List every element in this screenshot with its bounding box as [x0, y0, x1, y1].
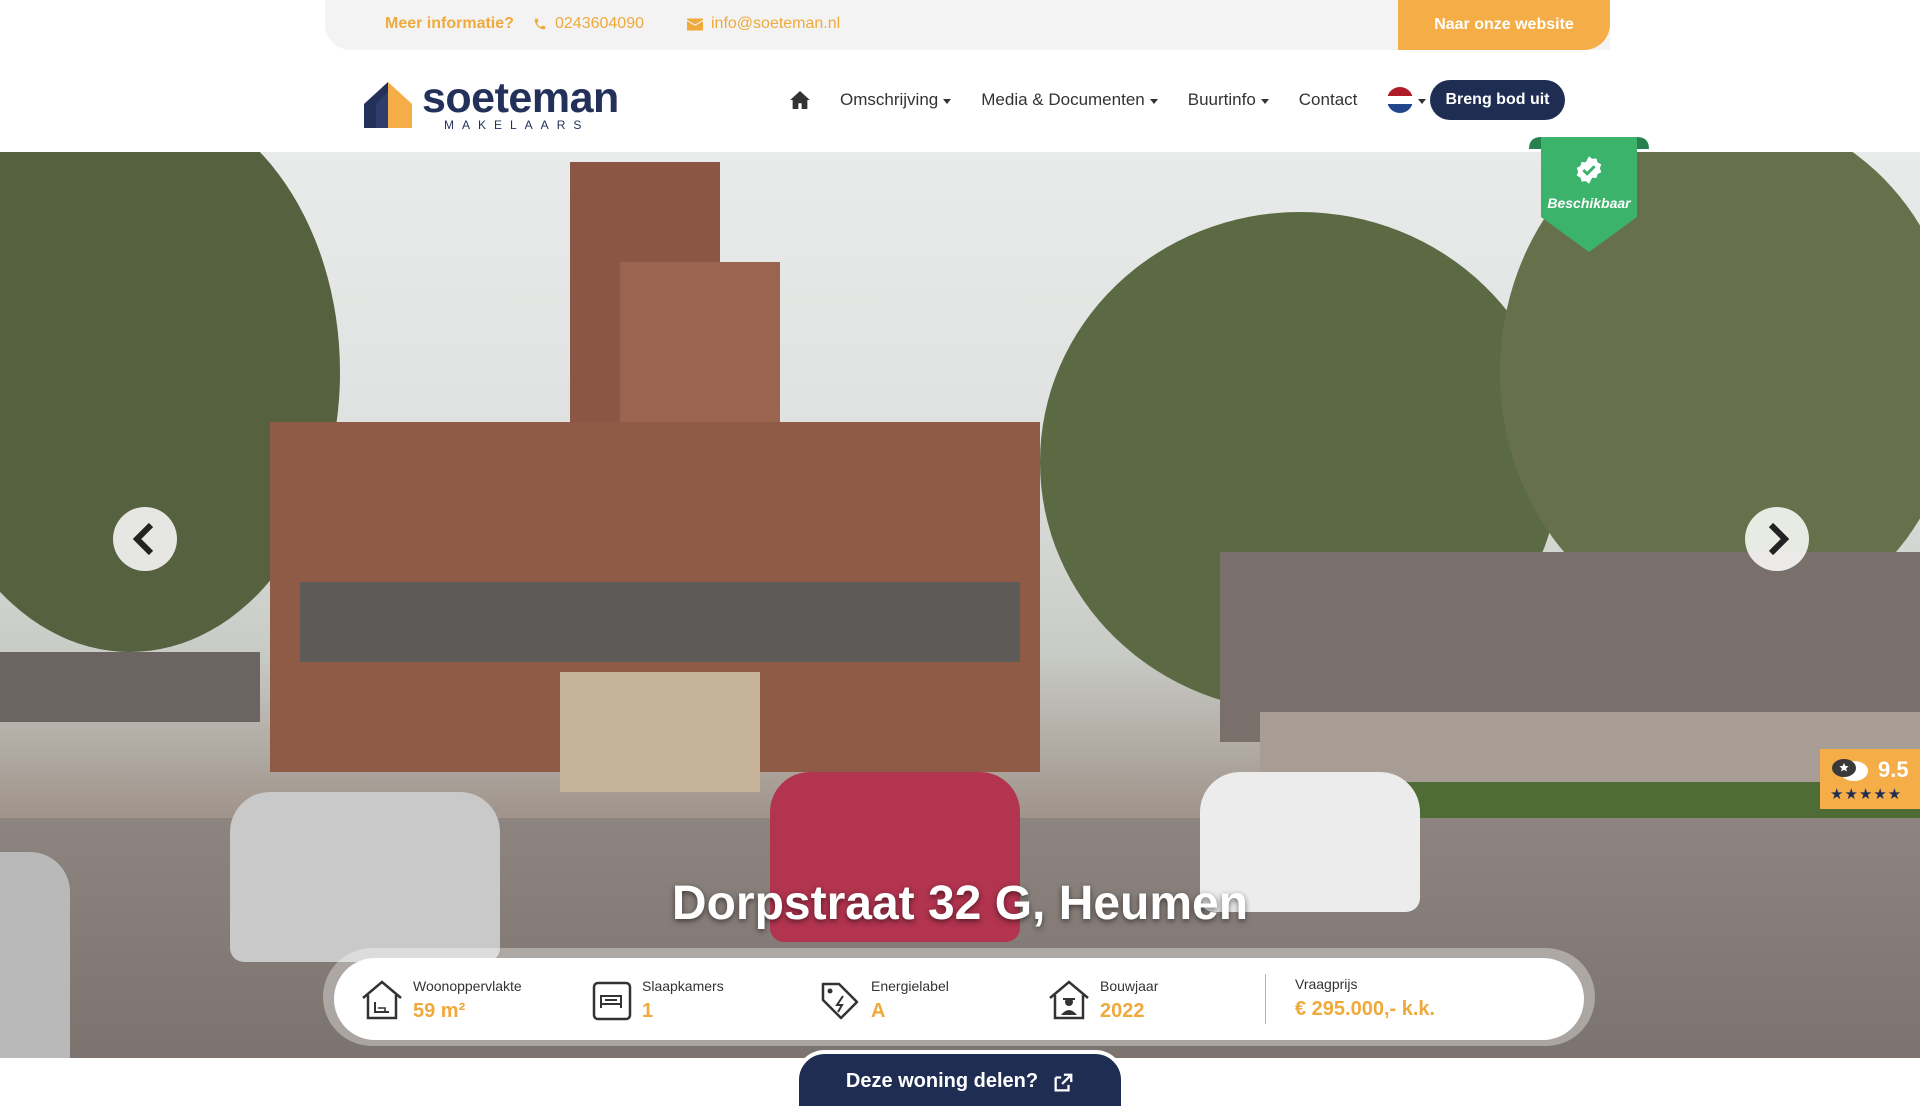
stat-label: Woonoppervlakte [413, 978, 522, 994]
email-link[interactable]: info@soeteman.nl [687, 15, 840, 33]
logo-subtitle: MAKELAARS [444, 118, 590, 132]
website-button[interactable]: Naar onze website [1398, 0, 1610, 50]
chat-bubble-icon [1832, 759, 1868, 781]
nav-label: Buurtinfo [1187, 90, 1256, 109]
house-area-icon [362, 980, 402, 1020]
stats-bar: Woonoppervlakte 59 m² Slaapkamers 1 Ener… [334, 958, 1584, 1040]
info-label: Meer informatie? [385, 15, 514, 32]
left-roof [0, 652, 260, 722]
stat-value: 2022 [1100, 1000, 1145, 1022]
price-divider [1265, 974, 1266, 1024]
stat-bouwjaar: Bouwjaar 2022 [1046, 978, 1158, 1023]
price-label: Vraagprijs [1295, 976, 1358, 992]
stat-value: 1 [642, 1000, 654, 1022]
price-value: € 295.000,- k.k. [1295, 998, 1436, 1020]
stat-vraagprijs: Vraagprijs € 295.000,- k.k. [1295, 976, 1435, 1021]
stat-value: A [871, 1000, 886, 1022]
stat-woonoppervlakte: Woonoppervlakte 59 m² [359, 978, 522, 1023]
stat-value: 59 m² [413, 1000, 466, 1022]
email-address[interactable]: info@soeteman.nl [711, 15, 840, 33]
nav-label: Media & Documenten [981, 90, 1145, 109]
share-button[interactable]: Deze woning delen? [795, 1050, 1125, 1110]
nav-label: Omschrijving [840, 90, 939, 109]
house-builder-icon [1049, 980, 1089, 1020]
nav-media[interactable]: Media & Documenten [981, 90, 1158, 110]
phone-link[interactable]: 0243604090 [533, 15, 644, 33]
bid-button[interactable]: Breng bod uit [1430, 80, 1565, 120]
church-roof [300, 582, 1020, 662]
nl-flag-icon [1387, 87, 1414, 113]
nav-buurtinfo[interactable]: Buurtinfo [1188, 90, 1269, 110]
bed-icon [592, 981, 632, 1021]
nav-home[interactable] [790, 91, 810, 109]
external-link-icon [1054, 1073, 1073, 1092]
rating-score: 9.5 [1878, 757, 1909, 782]
phone-icon [534, 18, 546, 30]
main-nav: Omschrijving Media & Documenten Buurtinf… [790, 80, 1456, 120]
chevron-left-icon [133, 523, 154, 555]
logo-name: soeteman [422, 74, 619, 122]
status-badge: Beschikbaar [1529, 137, 1649, 252]
stat-label: Energielabel [871, 978, 949, 994]
stat-label: Bouwjaar [1100, 978, 1159, 994]
language-selector[interactable] [1387, 87, 1427, 113]
nav-contact[interactable]: Contact [1299, 90, 1358, 110]
next-slide-button[interactable] [1745, 507, 1809, 571]
caret-down-icon [1260, 98, 1269, 104]
nav-label: Contact [1298, 90, 1358, 109]
stat-label: Slaapkamers [642, 978, 724, 994]
logo-house-icon [364, 82, 412, 128]
stat-slaapkamers: Slaapkamers 1 [588, 978, 724, 1023]
caret-down-icon [1149, 98, 1158, 104]
church-portico [560, 672, 760, 792]
rating-stars-icon: ★★★★★ [1830, 786, 1903, 803]
nav-omschrijving[interactable]: Omschrijving [840, 90, 952, 110]
property-title: Dorpstraat 32 G, Heumen [671, 877, 1249, 930]
verified-badge-icon [1576, 156, 1602, 184]
share-label: Deze woning delen? [845, 1070, 1039, 1092]
caret-down-icon [943, 98, 952, 104]
energy-label-icon [821, 982, 859, 1020]
stat-energielabel: Energielabel A [817, 978, 949, 1023]
top-info-bar: Meer informatie? 0243604090 info@soetema… [325, 0, 1610, 50]
logo[interactable]: soeteman MAKELAARS [364, 74, 619, 132]
envelope-icon [687, 18, 703, 30]
phone-number[interactable]: 0243604090 [555, 15, 644, 33]
prev-slide-button[interactable] [113, 507, 177, 571]
caret-down-icon [1418, 98, 1427, 104]
chevron-right-icon [1768, 523, 1789, 555]
home-icon [790, 91, 810, 109]
review-rating-widget[interactable]: 9.5 ★★★★★ [1820, 749, 1920, 809]
status-label: Beschikbaar [1547, 195, 1631, 211]
